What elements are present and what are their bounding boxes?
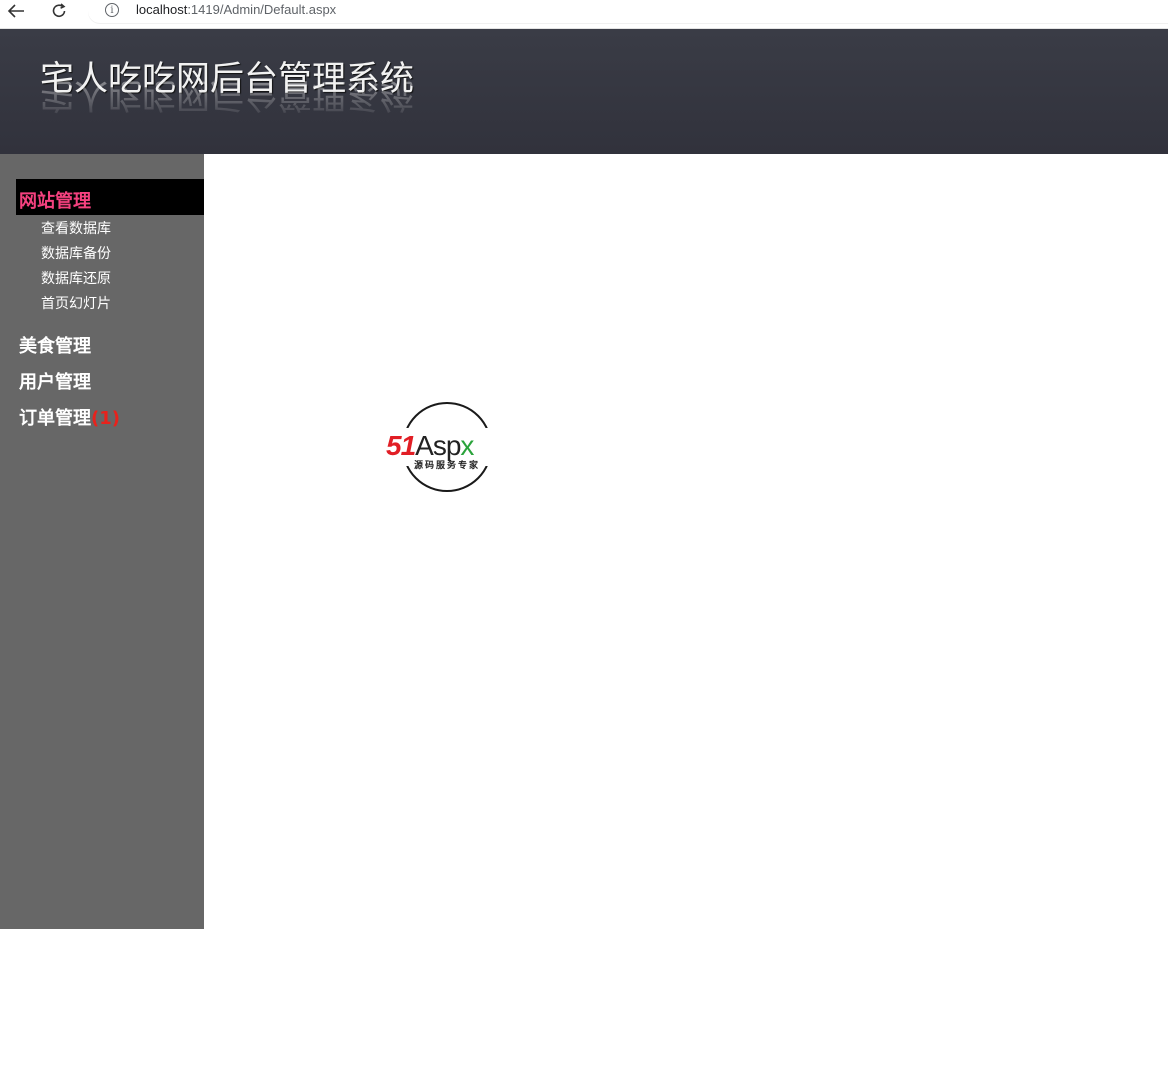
menu-food-management[interactable]: 美食管理 (19, 332, 91, 358)
logo-x: x (460, 430, 474, 461)
sidebar: 网站管理 查看数据库 数据库备份 数据库还原 首页幻灯片 美食管理 用户管理 订… (0, 154, 204, 929)
site-title-reflection: 宅人吃吃网后台管理系统 (40, 75, 414, 115)
logo-51aspx: 51Aspx 源码服务专家 (386, 400, 512, 496)
menu-website-management[interactable]: 网站管理 (19, 187, 91, 213)
url-host: localhost (136, 2, 188, 17)
menu-item-restore-database[interactable]: 数据库还原 (41, 268, 111, 288)
logo-51: 51 (386, 430, 416, 461)
address-bar[interactable]: i localhost:1419/Admin/Default.aspx (88, 0, 1168, 24)
menu-item-backup-database[interactable]: 数据库备份 (41, 243, 111, 263)
url-text[interactable]: localhost:1419/Admin/Default.aspx (136, 2, 336, 17)
order-count-badge: (1) (91, 408, 120, 429)
site-info-icon[interactable]: i (105, 3, 119, 17)
menu-item-view-database[interactable]: 查看数据库 (41, 218, 111, 238)
menu-item-home-slideshow[interactable]: 首页幻灯片 (41, 293, 111, 313)
reload-icon (52, 3, 66, 17)
back-button[interactable] (2, 0, 30, 22)
menu-order-label: 订单管理 (19, 408, 91, 429)
logo-asp: Asp (415, 430, 461, 461)
logo-subtitle: 源码服务专家 (414, 461, 481, 471)
reload-button[interactable] (45, 0, 73, 22)
menu-order-management[interactable]: 订单管理(1) (19, 404, 120, 430)
back-arrow-icon (7, 4, 24, 18)
url-path: :1419/Admin/Default.aspx (187, 2, 337, 17)
browser-toolbar: i localhost:1419/Admin/Default.aspx (0, 0, 1168, 29)
menu-user-management[interactable]: 用户管理 (19, 368, 91, 394)
site-header: 宅人吃吃网后台管理系统 宅人吃吃网后台管理系统 (0, 29, 1168, 154)
